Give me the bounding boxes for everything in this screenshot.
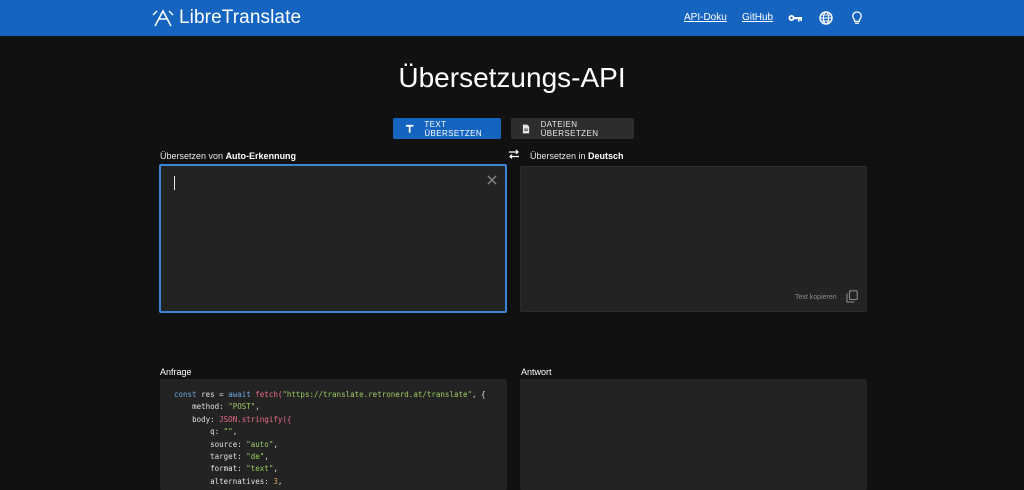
text-cursor — [174, 176, 175, 190]
key-icon[interactable] — [787, 10, 803, 26]
source-label-prefix: Übersetzen von — [160, 151, 224, 161]
translate-text-button[interactable]: TEXT ÜBERSETZEN — [393, 118, 501, 139]
brand-name: LibreTranslate — [179, 7, 302, 28]
response-label: Antwort — [521, 367, 552, 377]
text-format-icon — [405, 124, 414, 133]
target-language: Deutsch — [588, 151, 624, 161]
translate-text-label: TEXT ÜBERSETZEN — [424, 119, 483, 138]
source-language-selector[interactable]: Übersetzen von Auto-Erkennung — [160, 151, 296, 161]
request-label: Anfrage — [160, 367, 192, 377]
navbar: LibreTranslate API-Doku GitHub — [0, 0, 1024, 36]
request-code: const res = await fetch("https://transla… — [174, 390, 486, 486]
source-language: Auto-Erkennung — [225, 151, 297, 161]
copy-icon[interactable] — [846, 290, 858, 303]
page-title: Übersetzungs-API — [398, 62, 626, 93]
clear-icon[interactable] — [486, 174, 498, 186]
github-link[interactable]: GitHub — [742, 12, 773, 23]
globe-icon[interactable] — [818, 10, 834, 26]
lightbulb-icon[interactable] — [849, 10, 865, 26]
source-text-input[interactable] — [159, 164, 507, 313]
response-output — [520, 379, 867, 490]
translated-text-output — [520, 166, 867, 312]
request-code-block: const res = await fetch("https://transla… — [160, 379, 507, 490]
target-language-selector[interactable]: Übersetzen in Deutsch — [530, 151, 624, 161]
libretranslate-logo-icon — [152, 9, 174, 27]
copy-text-button[interactable]: Text kopieren — [795, 294, 837, 301]
document-icon — [522, 124, 530, 133]
translate-files-button[interactable]: DATEIEN ÜBERSETZEN — [511, 118, 634, 139]
swap-languages-icon[interactable] — [507, 148, 521, 160]
translate-files-label: DATEIEN ÜBERSETZEN — [540, 119, 599, 138]
brand-logo-link[interactable]: LibreTranslate — [152, 6, 301, 30]
target-label-prefix: Übersetzen in — [530, 151, 586, 161]
api-docs-link[interactable]: API-Doku — [684, 12, 727, 23]
